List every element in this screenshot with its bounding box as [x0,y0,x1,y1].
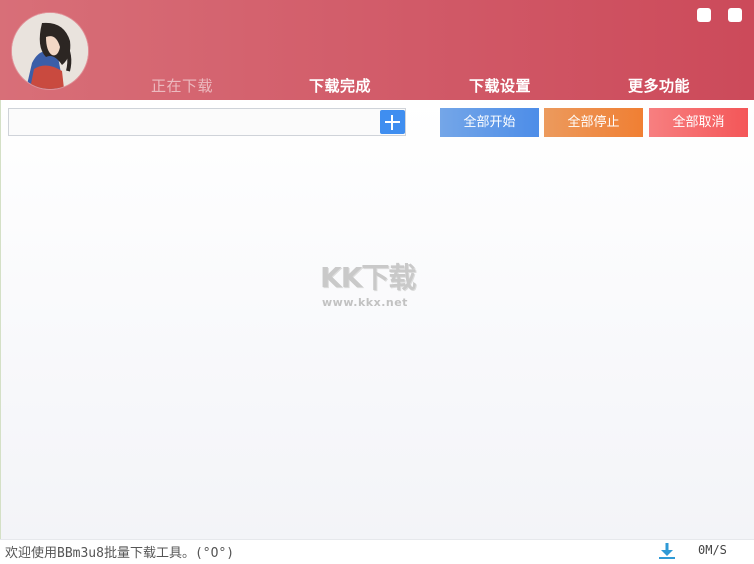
status-message: 欢迎使用BBm3u8批量下载工具。(°O°) [5,546,235,561]
tab-downloading[interactable]: 正在下载 [151,76,213,96]
download-list-area [0,100,754,539]
url-input[interactable] [8,108,406,136]
tab-more-features[interactable]: 更多功能 [628,76,690,96]
watermark-url: www.kkx.net [322,296,408,309]
tab-settings[interactable]: 下载设置 [469,76,531,96]
status-bar: 欢迎使用BBm3u8批量下载工具。(°O°) 0M/S [0,539,754,561]
watermark-logo: KK下载 [320,261,416,294]
stop-all-button[interactable]: 全部停止 [544,108,643,137]
watermark: KK下载 www.kkx.net [320,256,440,316]
tab-completed[interactable]: 下载完成 [309,76,371,96]
close-button[interactable] [728,8,742,22]
download-speed: 0M/S [698,543,727,557]
avatar [12,13,88,89]
avatar-image [12,13,88,89]
minimize-button[interactable] [697,8,711,22]
cancel-all-button[interactable]: 全部取消 [649,108,748,137]
start-all-button[interactable]: 全部开始 [440,108,539,137]
add-url-button[interactable] [380,110,405,134]
download-arrow-icon[interactable] [657,542,677,560]
header-bar: 正在下载 下载完成 下载设置 更多功能 [0,0,754,100]
